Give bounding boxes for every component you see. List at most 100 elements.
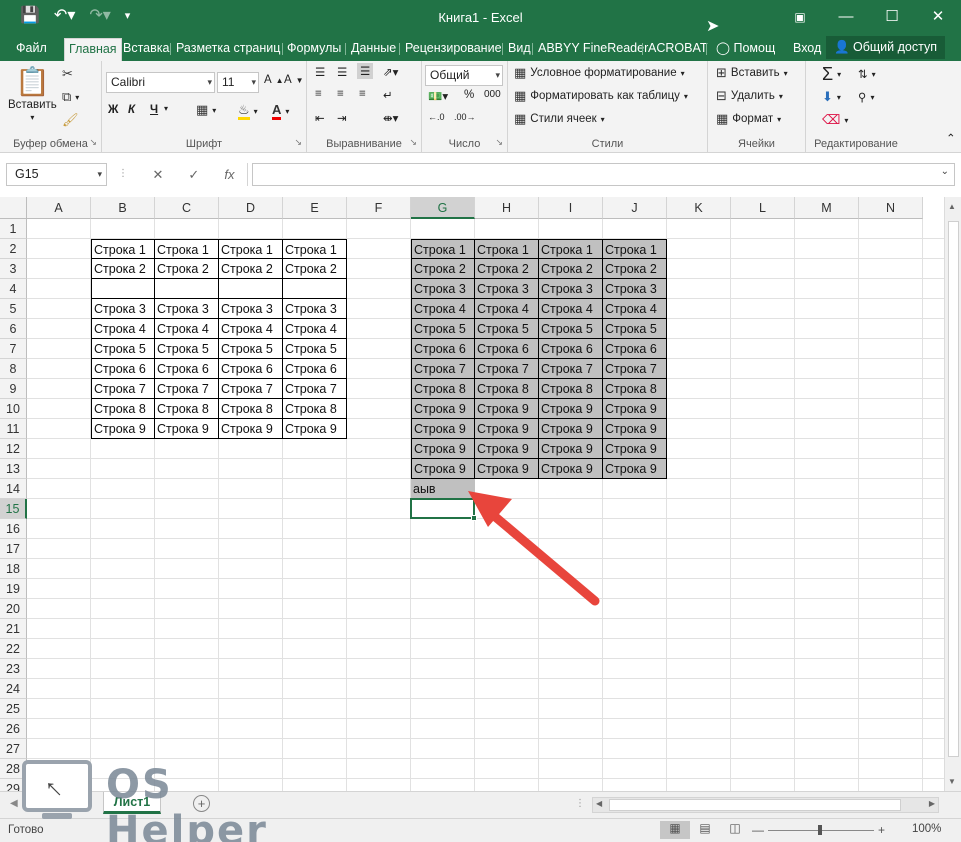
cell-j6[interactable]: Строка 5 (603, 319, 667, 339)
tab-insert[interactable]: Вставка (119, 38, 173, 61)
insert-cells-button[interactable]: ⊞ Вставить ▾ (716, 66, 788, 80)
accounting-format-icon[interactable]: 💵▾ (428, 89, 448, 103)
conditional-formatting-button[interactable]: ▦ Условное форматирование ▾ (514, 66, 685, 80)
tab-acrobat[interactable]: ACROBAT (644, 38, 712, 61)
wrap-text-icon[interactable]: ↵ (383, 88, 393, 102)
orientation-icon[interactable]: ⇗▾ (383, 65, 398, 79)
row-header-2[interactable]: 2 (0, 239, 27, 259)
paste-button[interactable]: 📋 Вставить ▾ (8, 67, 57, 123)
dialog-launcher-icon[interactable]: ↘ (495, 137, 503, 148)
cell-c6[interactable]: Строка 4 (155, 319, 219, 339)
row-header-12[interactable]: 12 (0, 439, 27, 459)
cell-b9[interactable]: Строка 7 (91, 379, 155, 399)
cell-c7[interactable]: Строка 5 (155, 339, 219, 359)
column-header-k[interactable]: K (667, 197, 731, 219)
horizontal-scrollbar[interactable]: ◀ ▶ (592, 797, 939, 813)
cell-d9[interactable]: Строка 7 (219, 379, 283, 399)
comma-style-button[interactable]: 000 (484, 89, 501, 100)
cut-icon[interactable]: ✂ (62, 67, 73, 81)
cell-g2[interactable]: Строка 1 (411, 239, 475, 259)
cell-g12[interactable]: Строка 9 (411, 439, 475, 459)
cell-g8[interactable]: Строка 7 (411, 359, 475, 379)
cell-g7[interactable]: Строка 6 (411, 339, 475, 359)
column-header-e[interactable]: E (283, 197, 347, 219)
select-all-button[interactable] (0, 197, 27, 219)
number-format-box[interactable]: Общий ▾ (425, 65, 503, 86)
cell-e7[interactable]: Строка 5 (283, 339, 347, 359)
tab-formulas[interactable]: Формулы (283, 38, 345, 61)
name-box[interactable]: G15 ▾ (6, 163, 107, 186)
delete-cells-button[interactable]: ⊟ Удалить ▾ (716, 89, 783, 103)
cell-e3[interactable]: Строка 2 (283, 259, 347, 279)
cell-e10[interactable]: Строка 8 (283, 399, 347, 419)
align-center-icon[interactable]: ≡ (337, 88, 344, 100)
cell-i8[interactable]: Строка 7 (539, 359, 603, 379)
row-header-26[interactable]: 26 (0, 719, 27, 739)
align-middle-icon[interactable]: ☰ (337, 65, 347, 79)
row-header-13[interactable]: 13 (0, 459, 27, 479)
cell-i3[interactable]: Строка 2 (539, 259, 603, 279)
font-color-icon[interactable]: A ▾ (272, 103, 289, 120)
autosum-icon[interactable]: Σ ▾ (822, 64, 841, 85)
cell-j2[interactable]: Строка 1 (603, 239, 667, 259)
cell-h6[interactable]: Строка 5 (475, 319, 539, 339)
cell-h10[interactable]: Строка 9 (475, 399, 539, 419)
scroll-up-icon[interactable]: ▲ (948, 202, 956, 211)
cell-c9[interactable]: Строка 7 (155, 379, 219, 399)
cell-i2[interactable]: Строка 1 (539, 239, 603, 259)
maximize-icon[interactable]: ☐ (869, 0, 915, 34)
row-header-27[interactable]: 27 (0, 739, 27, 759)
share-button[interactable]: 👤 Общий доступ (825, 36, 945, 59)
row-header-17[interactable]: 17 (0, 539, 27, 559)
column-header-b[interactable]: B (91, 197, 155, 219)
zoom-in-icon[interactable]: + (878, 823, 885, 837)
row-header-3[interactable]: 3 (0, 259, 27, 279)
row-header-7[interactable]: 7 (0, 339, 27, 359)
row-header-1[interactable]: 1 (0, 219, 27, 239)
enter-icon[interactable]: ✓ (188, 163, 199, 186)
decrease-indent-icon[interactable]: ⇤ (315, 111, 325, 125)
row-header-23[interactable]: 23 (0, 659, 27, 679)
cell-d7[interactable]: Строка 5 (219, 339, 283, 359)
cell-g5[interactable]: Строка 4 (411, 299, 475, 319)
cell-h12[interactable]: Строка 9 (475, 439, 539, 459)
scroll-down-icon[interactable]: ▼ (948, 777, 956, 786)
cell-i9[interactable]: Строка 8 (539, 379, 603, 399)
underline-button[interactable]: Ч (150, 104, 158, 116)
cancel-icon[interactable]: ✕ (153, 163, 164, 186)
cell-i6[interactable]: Строка 5 (539, 319, 603, 339)
scroll-left-icon[interactable]: ◀ (596, 799, 602, 808)
cell-e2[interactable]: Строка 1 (283, 239, 347, 259)
column-header-m[interactable]: M (795, 197, 859, 219)
cell-i13[interactable]: Строка 9 (539, 459, 603, 479)
copy-icon[interactable]: ⧉ ▾ (62, 90, 79, 104)
cell-d2[interactable]: Строка 1 (219, 239, 283, 259)
column-header-i[interactable]: I (539, 197, 603, 219)
cell-j12[interactable]: Строка 9 (603, 439, 667, 459)
dialog-launcher-icon[interactable]: ↘ (89, 137, 97, 148)
cell-h13[interactable]: Строка 9 (475, 459, 539, 479)
row-header-20[interactable]: 20 (0, 599, 27, 619)
row-header-6[interactable]: 6 (0, 319, 27, 339)
cell-b6[interactable]: Строка 4 (91, 319, 155, 339)
cell-b5[interactable]: Строка 3 (91, 299, 155, 319)
cell-j7[interactable]: Строка 6 (603, 339, 667, 359)
cell-h4[interactable]: Строка 3 (475, 279, 539, 299)
cell-i5[interactable]: Строка 4 (539, 299, 603, 319)
cell-c4[interactable] (155, 279, 219, 299)
cell-c8[interactable]: Строка 6 (155, 359, 219, 379)
cell-g9[interactable]: Строка 8 (411, 379, 475, 399)
row-header-21[interactable]: 21 (0, 619, 27, 639)
row-header-5[interactable]: 5 (0, 299, 27, 319)
minimize-icon[interactable]: — (823, 0, 869, 34)
sort-filter-icon[interactable]: ⇅ ▾ (858, 67, 876, 81)
column-header-l[interactable]: L (731, 197, 795, 219)
format-as-table-button[interactable]: ▦ Форматировать как таблицу ▾ (514, 89, 688, 103)
column-header-c[interactable]: C (155, 197, 219, 219)
close-icon[interactable]: ✕ (915, 0, 961, 34)
cell-h7[interactable]: Строка 6 (475, 339, 539, 359)
cell-i12[interactable]: Строка 9 (539, 439, 603, 459)
cell-c11[interactable]: Строка 9 (155, 419, 219, 439)
tell-me[interactable]: ◯ Помощ (712, 38, 779, 61)
align-bottom-icon[interactable]: ☰ (357, 63, 374, 79)
